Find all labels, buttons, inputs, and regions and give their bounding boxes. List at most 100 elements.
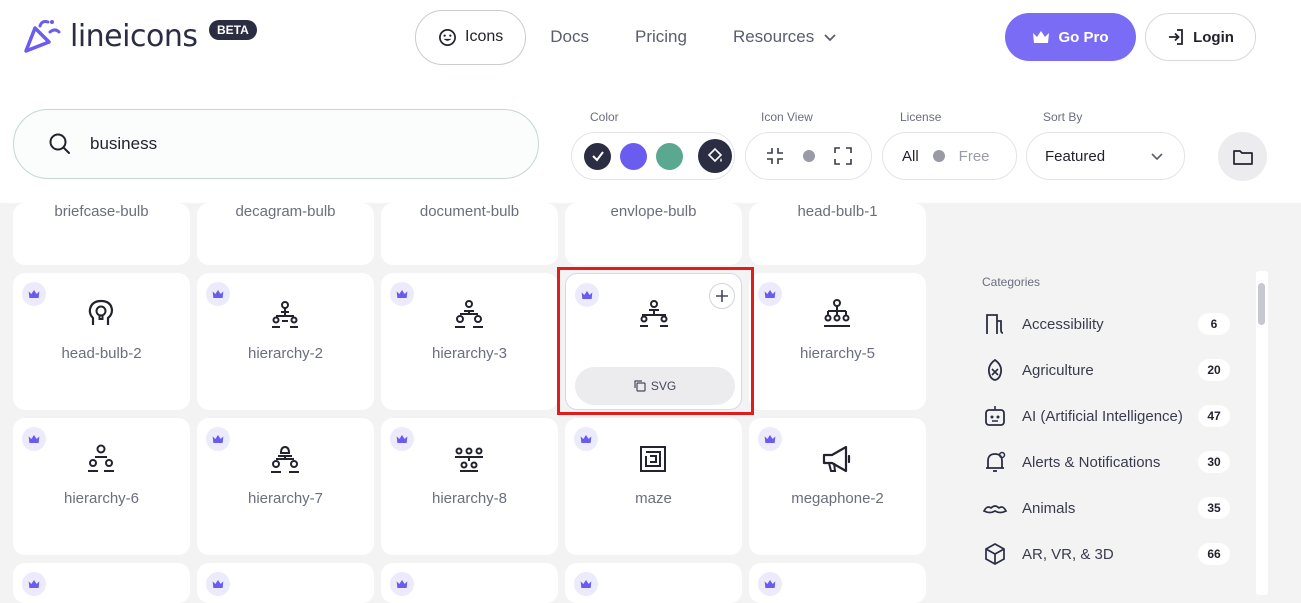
pro-crown-badge [206,282,230,306]
crown-icon [212,435,224,443]
pro-crown-badge [390,427,414,451]
license-all[interactable]: All [902,148,919,165]
icon-card[interactable]: maze [565,418,742,555]
pro-crown-badge [206,427,230,451]
pro-crown-badge [574,427,598,451]
nav-icons[interactable]: Icons [415,9,527,65]
icon-card-name: briefcase-bulb [54,203,149,220]
nav-resources[interactable]: Resources [733,27,838,47]
crown-icon [580,435,592,443]
icon-card[interactable] [197,563,374,603]
icon-card[interactable]: head-bulb-2 [13,273,190,410]
agriculture-icon [987,358,1003,381]
crown-icon [212,580,224,588]
go-pro-label: Go Pro [1058,28,1109,46]
pro-crown-badge [390,572,414,596]
crown-icon [28,290,40,298]
license-free[interactable]: Free [959,148,990,165]
logo[interactable]: lineicons [22,16,198,56]
nav-pricing[interactable]: Pricing [635,27,687,47]
color-picker-button[interactable] [698,139,732,173]
icon-card[interactable] [381,563,558,603]
license-switch[interactable] [932,150,945,162]
category-label: Accessibility [1022,315,1104,333]
icon-card[interactable]: document-bulb [381,203,558,265]
category-ai[interactable]: AI (Artificial Intelligence) 47 [982,401,1230,431]
category-agriculture[interactable]: Agriculture 20 [982,355,1230,385]
icon-card[interactable]: hierarchy-8 [381,418,558,555]
icon-card-name: hierarchy-3 [431,345,508,362]
category-label: Alerts & Notifications [1022,453,1161,471]
icon-card-name: document-bulb [419,203,520,220]
icon-card[interactable]: megaphone-2 [749,418,926,555]
color-filter [571,132,735,180]
icon-card[interactable]: hierarchy-6 [13,418,190,555]
category-ar-vr[interactable]: AR, VR, & 3D 66 [982,539,1230,569]
hierarchy-icon [272,301,298,328]
icon-card[interactable]: briefcase-bulb [13,203,190,265]
icon-card[interactable]: head-bulb-1 [749,203,926,265]
hierarchy-icon [88,444,114,472]
category-accessibility[interactable]: Accessibility 6 [982,309,1230,339]
icon-card-name: hierarchy-8 [431,490,508,507]
icon-card[interactable] [749,563,926,603]
license-toggle[interactable]: All Free [882,132,1017,180]
category-alerts[interactable]: Alerts & Notifications 30 [982,447,1230,477]
crown-icon [212,290,224,298]
category-count: 6 [1198,313,1230,335]
sort-select[interactable]: Featured [1026,132,1185,180]
nav-docs[interactable]: Docs [550,27,589,47]
hierarchy-icon [271,445,299,473]
icon-card[interactable]: envlope-bulb [565,203,742,265]
paint-bucket-icon [707,147,723,163]
color-green-swatch[interactable] [656,142,683,170]
pro-crown-badge [758,572,782,596]
category-label: AI (Artificial Intelligence) [1022,407,1183,425]
icon-card-name: hierarchy-5 [799,345,876,362]
search-input[interactable]: business [13,109,539,179]
sort-value: Featured [1045,147,1106,165]
icon-view-toggle[interactable] [745,132,872,180]
megaphone-icon [822,445,851,473]
login-icon [1169,29,1183,45]
license-label: License [900,110,942,124]
color-dark-swatch[interactable] [584,142,611,170]
login-button[interactable]: Login [1145,13,1256,61]
icon-card-name: decagram-bulb [235,203,336,220]
category-label: AR, VR, & 3D [1022,545,1114,563]
icon-view-label: Icon View [761,110,813,124]
category-count: 20 [1198,359,1230,381]
icon-card[interactable]: hierarchy-7 [197,418,374,555]
nav-icons-label: Icons [465,28,504,45]
pro-crown-badge [22,572,46,596]
crown-icon [764,290,776,298]
color-purple-swatch[interactable] [620,142,647,170]
icon-card[interactable]: decagram-bulb [197,203,374,265]
cube-icon [985,543,1005,565]
pro-crown-badge [22,282,46,306]
robot-icon [985,406,1005,426]
icon-card-name: maze [635,490,672,507]
sidebar-scroll-thumb[interactable] [1258,283,1265,325]
folder-button[interactable] [1218,132,1267,181]
pro-crown-badge [206,572,230,596]
category-animals[interactable]: Animals 35 [982,493,1230,523]
logo-text: lineicons [70,18,198,54]
icon-card[interactable]: hierarchy-5 [749,273,926,410]
icon-card[interactable]: hierarchy-3 [381,273,558,410]
icon-card[interactable] [13,563,190,603]
crown-icon [396,290,408,298]
icon-card[interactable] [565,563,742,603]
hierarchy-icon [455,447,483,472]
check-icon [591,151,604,162]
icon-card[interactable]: hierarchy-2 [197,273,374,410]
chevron-down-icon [824,34,836,42]
logo-icon [24,20,61,53]
folder-icon [1232,149,1253,165]
crown-icon [1033,31,1050,43]
pro-crown-badge [390,282,414,306]
icon-card-name: head-bulb-2 [61,345,142,362]
go-pro-button[interactable]: Go Pro [1005,13,1136,61]
beta-badge: BETA [209,20,257,40]
icon-view-switch[interactable] [802,150,815,162]
